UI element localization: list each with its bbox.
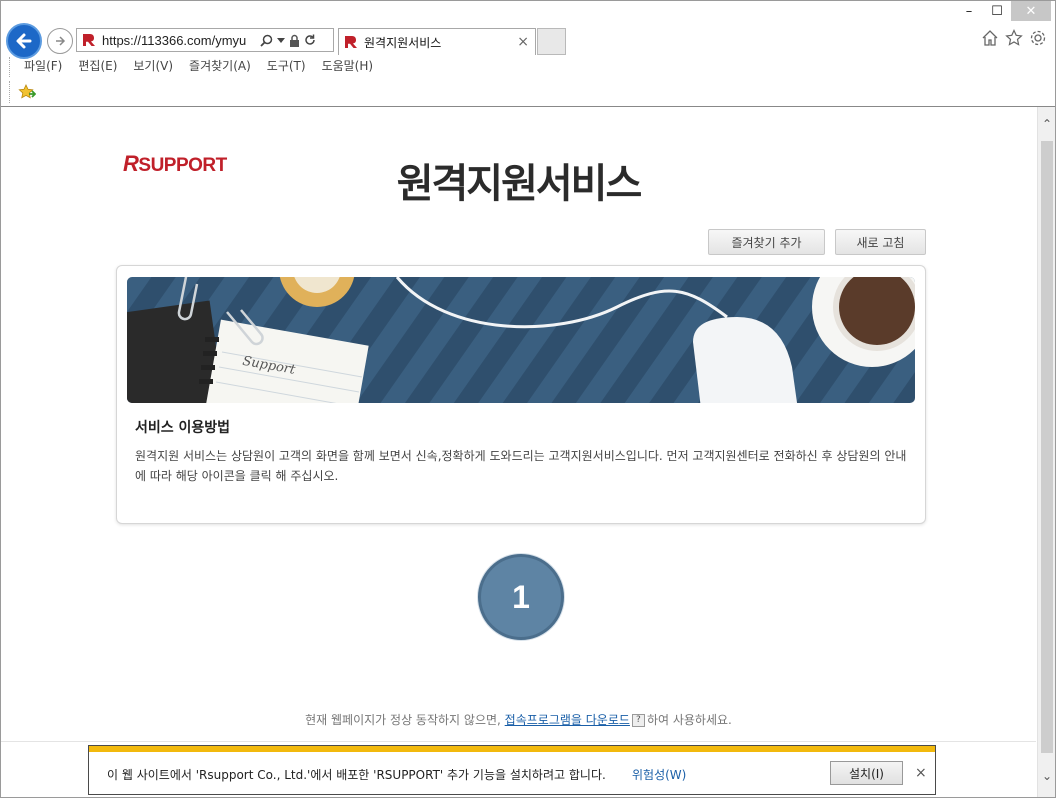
connect-step-button[interactable]: 1 [478,554,564,640]
window-controls: – ☐ ✕ [955,1,1051,23]
favorites-star-icon[interactable] [1005,29,1023,47]
menu-file[interactable]: 파일(F) [24,57,62,77]
download-program-link[interactable]: 접속프로그램을 다운로드 [505,713,630,727]
gear-icon[interactable] [1029,29,1047,47]
menu-tools[interactable]: 도구(T) [267,57,306,77]
minimize-button[interactable]: – [955,1,983,21]
footer-note: 현재 웹페이지가 정상 동작하지 않으면, 접속프로그램을 다운로드? 하여 사용… [305,713,732,727]
notification-close-icon[interactable]: × [915,765,927,781]
content-divider [1,741,1036,742]
scroll-down-icon[interactable]: ⌄ [1041,769,1053,783]
new-tab-button[interactable] [537,28,566,55]
tab-active[interactable]: 원격지원서비스 × [338,28,536,55]
close-window-button[interactable]: ✕ [1011,1,1051,21]
refresh-icon[interactable] [304,34,316,46]
navigation-bar: https://113366.com/ymyu 원격지원서비스 × [1,21,1055,59]
risk-link[interactable]: 위험성(W) [632,766,686,783]
notification-message: 이 웹 사이트에서 'Rsupport Co., Ltd.'에서 배포한 'RS… [107,768,606,782]
refresh-button[interactable]: 새로 고침 [835,229,926,255]
address-bar[interactable]: https://113366.com/ymyu [76,28,334,52]
page-title: 원격지원서비스 [396,161,643,207]
add-favorite-button[interactable]: 즐겨찾기 추가 [708,229,825,255]
addon-notification-bar: 이 웹 사이트에서 'Rsupport Co., Ltd.'에서 배포한 'RS… [88,745,936,795]
vertical-scrollbar[interactable]: ⌃ ⌄ [1037,107,1055,797]
forward-button[interactable] [47,28,73,54]
tab-favicon-icon [345,36,357,48]
back-arrow-icon [16,33,32,49]
card-description: 원격지원 서비스는 상담원이 고객의 화면을 함께 보면서 신속,정확하게 도와… [135,449,907,483]
tab-close-icon[interactable]: × [517,34,529,50]
notification-stripe [89,746,935,752]
help-icon[interactable]: ? [631,714,645,727]
add-favorite-icon[interactable] [18,84,36,100]
forward-arrow-icon [56,36,66,46]
menu-favorites[interactable]: 즐겨찾기(A) [189,57,251,77]
page-actions: 즐겨찾기 추가 새로 고침 [708,229,926,255]
banner-image: Support [127,277,915,403]
tab-title: 원격지원서비스 [364,35,442,50]
card-title: 서비스 이용방법 [135,420,231,436]
scrollbar-thumb[interactable] [1041,141,1053,753]
menu-edit[interactable]: 편집(E) [78,57,117,77]
dropdown-arrow-icon[interactable] [277,36,285,44]
menu-help[interactable]: 도움말(H) [322,57,374,77]
home-icon[interactable] [981,29,999,47]
site-favicon-icon [83,34,95,46]
favorites-bar [9,81,36,103]
lock-icon[interactable] [289,34,300,47]
scroll-up-icon[interactable]: ⌃ [1041,117,1053,131]
install-button[interactable]: 설치(I) [830,761,903,785]
page-content: RSUPPORT 원격지원서비스 즐겨찾기 추가 새로 고침 Support 서… [1,107,1036,797]
url-text[interactable]: https://113366.com/ymyu [102,33,252,48]
menu-bar: 파일(F) 편집(E) 보기(V) 즐겨찾기(A) 도구(T) 도움말(H) [9,57,389,77]
service-info-card: Support 서비스 이용방법 원격지원 서비스는 상담원이 고객의 화면을 … [116,265,926,524]
back-button[interactable] [6,23,42,59]
maximize-button[interactable]: ☐ [983,1,1011,21]
search-icon[interactable] [260,34,273,47]
menu-view[interactable]: 보기(V) [133,57,173,77]
browser-window: – ☐ ✕ https://113366.com/ymyu 원격지원서비스 × [0,0,1056,798]
